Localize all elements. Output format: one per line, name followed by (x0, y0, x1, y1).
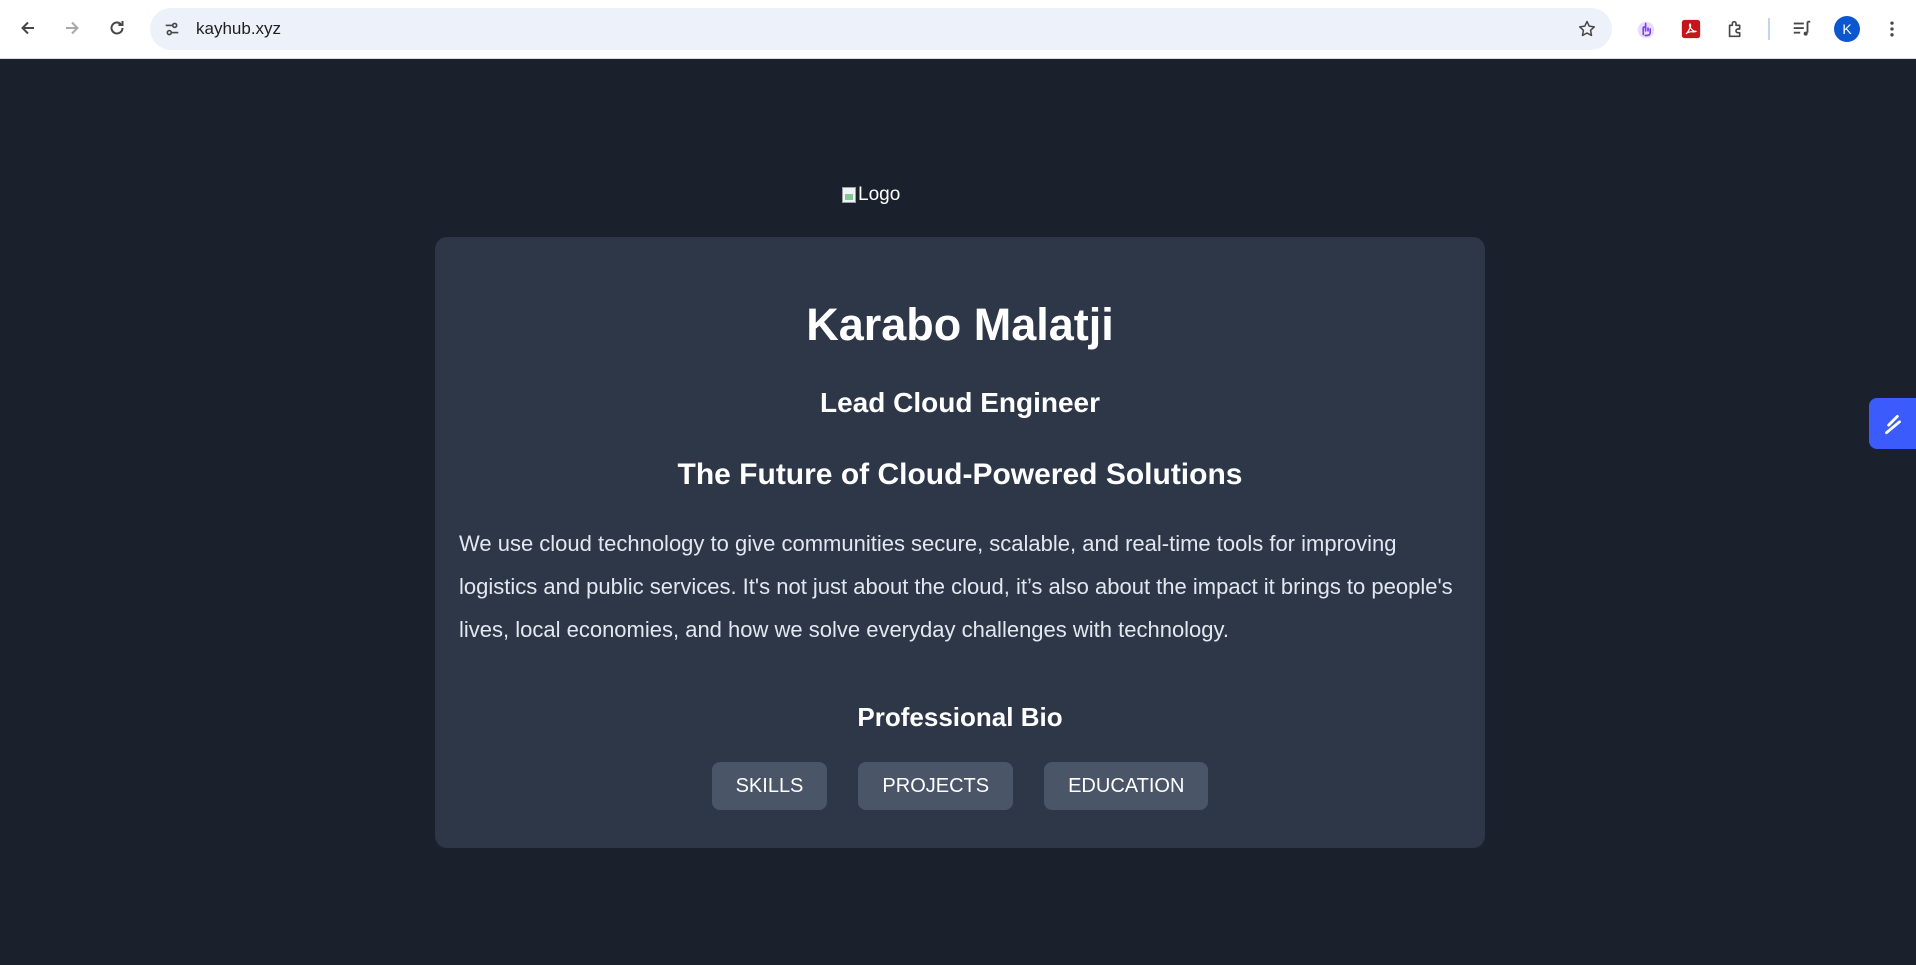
profile-avatar[interactable]: K (1834, 16, 1860, 42)
extension-button[interactable] (1632, 15, 1660, 43)
logo-alt-text: Logo (858, 184, 901, 205)
reload-icon (110, 21, 124, 35)
pdf-extension-button[interactable] (1677, 15, 1705, 43)
lightning-icon (1884, 414, 1901, 434)
arrow-right-icon (66, 21, 79, 35)
profile-role: Lead Cloud Engineer (819, 387, 1101, 418)
projects-button[interactable]: PROJECTS (858, 762, 1014, 810)
puzzle-icon (1728, 20, 1741, 38)
description-text: We use cloud technology to give communit… (459, 531, 1453, 642)
pdf-icon (1681, 19, 1701, 39)
education-button[interactable]: EDUCATION (1044, 762, 1209, 810)
bookmark-button[interactable] (1574, 16, 1600, 42)
forward-button[interactable] (58, 14, 86, 42)
extensions-button[interactable] (1722, 15, 1750, 43)
broken-image-icon (842, 187, 856, 203)
profile-card: Karabo Malatji Lead Cloud Engineer The F… (435, 237, 1485, 848)
star-icon (1578, 20, 1596, 37)
bio-buttons: SKILLS PROJECTS EDUCATION (435, 762, 1485, 810)
skills-button[interactable]: SKILLS (711, 762, 828, 810)
profile-name: Karabo Malatji (806, 299, 1114, 350)
toolbar-divider (1768, 18, 1770, 40)
address-bar[interactable]: kayhub.xyz (150, 8, 1612, 50)
tune-icon (165, 22, 179, 36)
browser-menu-button[interactable] (1878, 15, 1906, 43)
hand-icon (1637, 21, 1655, 39)
reload-button[interactable] (103, 14, 131, 42)
site-info-button[interactable] (158, 15, 186, 43)
logo-image: Logo (842, 184, 900, 206)
back-button[interactable] (14, 14, 42, 42)
queue-music-icon (1793, 20, 1811, 36)
tagline-heading: The Future of Cloud-Powered Solutions (677, 458, 1243, 491)
arrow-left-icon (21, 21, 34, 35)
browser-toolbar: kayhub.xyz K (0, 0, 1916, 59)
url-text[interactable]: kayhub.xyz (196, 19, 281, 39)
media-controls-button[interactable] (1788, 15, 1816, 43)
side-widget-button[interactable] (1869, 398, 1916, 449)
bio-heading: Professional Bio (857, 702, 1063, 732)
more-vert-icon (1890, 21, 1894, 37)
